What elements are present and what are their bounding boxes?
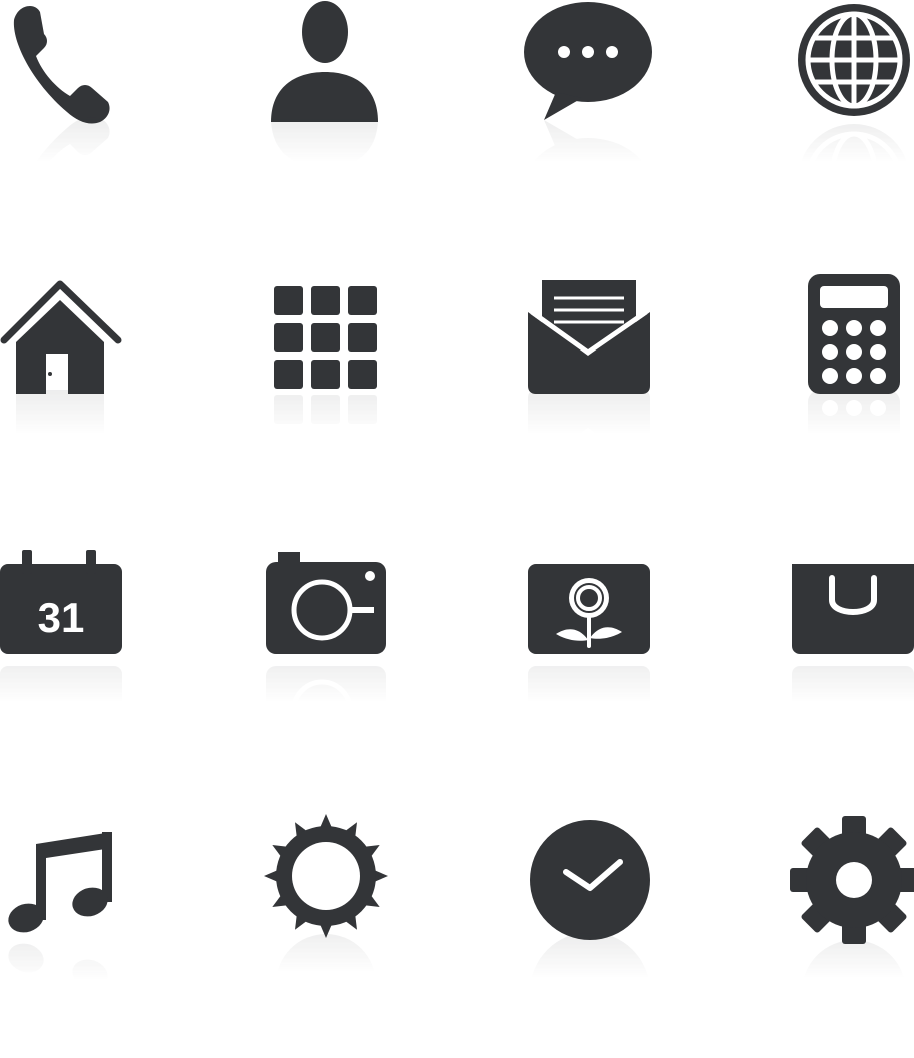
icon-cell-globe[interactable] bbox=[774, 0, 914, 236]
chat-bubble-icon-reflection bbox=[524, 120, 652, 238]
music-note-icon-reflection bbox=[8, 943, 108, 989]
icon-cell-photo[interactable] bbox=[524, 540, 684, 756]
sun-icon-reflection bbox=[276, 934, 376, 1034]
globe-icon-reflection bbox=[798, 124, 910, 236]
calendar-date-label: 31 bbox=[38, 594, 85, 641]
calendar-icon-reflection bbox=[0, 666, 122, 756]
icon-cell-music[interactable] bbox=[0, 818, 160, 1018]
icon-grid: 31 bbox=[0, 0, 914, 1052]
icon-cell-sun[interactable] bbox=[262, 810, 422, 1034]
home-icon-reflection bbox=[16, 390, 104, 484]
icon-cell-settings[interactable] bbox=[790, 816, 914, 1044]
user-icon-reflection bbox=[271, 118, 378, 239]
icon-cell-camera[interactable] bbox=[262, 540, 422, 758]
phone-icon-reflection bbox=[13, 116, 110, 234]
icon-cell-user[interactable] bbox=[246, 0, 406, 239]
icon-cell-chat[interactable] bbox=[508, 0, 668, 238]
calculator-icon-reflection bbox=[808, 390, 900, 510]
open-envelope-icon-reflection bbox=[528, 390, 650, 472]
icon-cell-calendar[interactable]: 31 bbox=[0, 540, 160, 756]
icon-cell-calculator[interactable] bbox=[774, 272, 914, 510]
settings-gear-icon-reflection bbox=[802, 940, 906, 1044]
icon-cell-bag[interactable] bbox=[778, 540, 914, 756]
shopping-bag-icon-reflection bbox=[792, 666, 914, 756]
icon-cell-phone[interactable] bbox=[0, 0, 160, 234]
photo-gallery-icon-reflection bbox=[528, 666, 650, 756]
clock-icon-reflection bbox=[530, 932, 650, 1052]
icon-cell-clock[interactable] bbox=[526, 816, 686, 1052]
app-grid-icon-reflection bbox=[274, 395, 377, 424]
icon-cell-envelope[interactable] bbox=[508, 272, 668, 472]
icon-cell-home[interactable] bbox=[0, 272, 160, 484]
icon-cell-app-grid[interactable] bbox=[246, 272, 406, 472]
camera-icon-reflection bbox=[266, 666, 386, 758]
